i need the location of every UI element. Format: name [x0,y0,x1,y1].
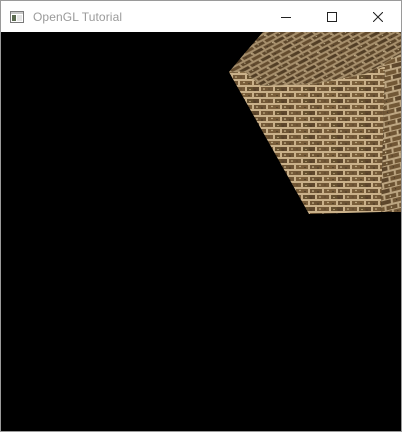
application-icon[interactable] [9,9,25,25]
title-bar[interactable]: OpenGL Tutorial [1,1,401,32]
close-icon [373,11,383,22]
maximize-icon [327,11,337,22]
minimize-button[interactable] [263,1,309,32]
opengl-viewport[interactable] [1,32,401,431]
window-controls [263,1,401,32]
close-button[interactable] [355,1,401,32]
cube-front-face [229,66,385,214]
maximize-button[interactable] [309,1,355,32]
textured-cube [229,32,401,214]
app-window: OpenGL Tutorial [0,0,402,432]
window-title: OpenGL Tutorial [33,9,123,24]
minimize-icon [281,12,291,22]
